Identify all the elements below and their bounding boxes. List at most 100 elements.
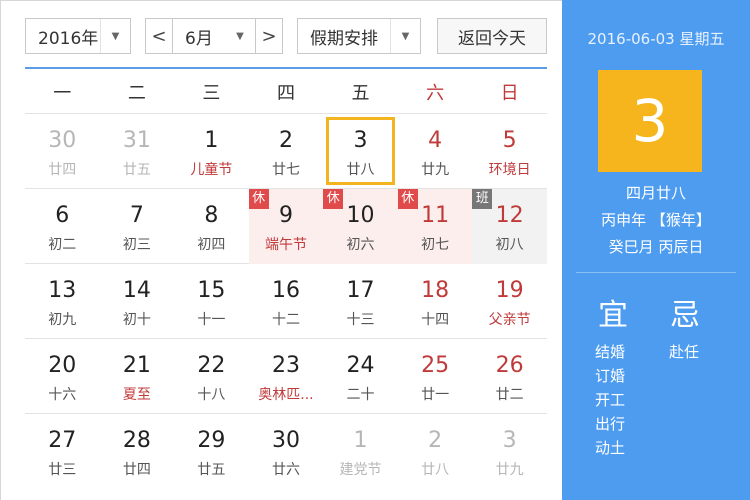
chevron-down-icon: ▼ <box>236 30 244 42</box>
lunar-label: 初七 <box>421 237 450 253</box>
day-cell[interactable]: 17 十三 <box>323 264 398 339</box>
day-cell[interactable]: 2 廿八 <box>398 414 473 489</box>
lunar-label: 廿四 <box>122 462 151 478</box>
day-cell[interactable]: 班 12 初八 <box>472 189 547 264</box>
day-cell[interactable]: 15 十一 <box>174 264 249 339</box>
calendar-panel: 2016年 ▼ < 6月 ▼ > 假期安排 ▼ 返回今天 一 二 三 四 五 六… <box>0 0 562 500</box>
lunar-label: 初二 <box>48 237 77 253</box>
lunar-label: 初十 <box>122 312 151 328</box>
weekday-label: 五 <box>351 83 370 104</box>
year-ganzhi: 丙申年 【猴年】 <box>601 211 711 229</box>
day-cell[interactable]: 5 环境日 <box>472 114 547 189</box>
lunar-label: 建党节 <box>339 462 382 478</box>
weekday-label: 四 <box>276 83 295 104</box>
chevron-down-icon: ▼ <box>390 19 420 53</box>
day-cell[interactable]: 4 廿九 <box>398 114 473 189</box>
lunar-label: 廿八 <box>346 162 375 178</box>
day-cell[interactable]: 2 廿七 <box>249 114 324 189</box>
day-cell[interactable]: 1 建党节 <box>323 414 398 489</box>
day-number: 1 <box>204 128 219 153</box>
ji-title: 忌 <box>670 298 700 333</box>
lunar-label: 廿四 <box>48 162 77 178</box>
day-cell[interactable]: 16 十二 <box>249 264 324 339</box>
day-number: 26 <box>495 353 524 378</box>
day-cell[interactable]: 25 廿一 <box>398 339 473 414</box>
day-cell[interactable]: 24 二十 <box>323 339 398 414</box>
lunar-label: 廿三 <box>48 462 77 478</box>
day-cell[interactable]: 28 廿四 <box>100 414 175 489</box>
day-number: 30 <box>271 428 300 453</box>
yi-item: 开工 <box>595 391 626 409</box>
lunar-label: 父亲节 <box>488 312 531 328</box>
day-number: 1 <box>353 428 368 453</box>
day-number: 14 <box>122 278 151 303</box>
day-cell[interactable]: 3 廿九 <box>472 414 547 489</box>
panel-divider <box>576 272 736 273</box>
day-cell[interactable]: 13 初九 <box>25 264 100 339</box>
day-detail-panel: 2016-06-03 星期五 3 四月廿八 丙申年 【猴年】 癸巳月 丙辰日 宜… <box>562 0 750 500</box>
lunar-label: 十一 <box>197 312 226 328</box>
back-to-today-button[interactable]: 返回今天 <box>437 18 547 54</box>
lunar-label: 初八 <box>495 237 524 253</box>
big-day-number: 3 <box>598 70 702 172</box>
day-cell[interactable]: 31 廿五 <box>100 114 175 189</box>
day-number: 5 <box>502 128 517 153</box>
day-number: 17 <box>346 278 375 303</box>
day-cell[interactable]: 7 初三 <box>100 189 175 264</box>
lunar-label: 初九 <box>48 312 77 328</box>
day-cell[interactable]: 29 廿五 <box>174 414 249 489</box>
lunar-label: 初四 <box>197 237 226 253</box>
prev-month-button[interactable]: < <box>145 18 173 54</box>
month-select[interactable]: 6月 ▼ <box>172 18 256 54</box>
day-number: 9 <box>278 203 293 228</box>
day-number: 7 <box>129 203 144 228</box>
yi-list: 结婚 订婚 开工 出行 动土 <box>595 340 625 460</box>
day-number: 21 <box>122 353 151 378</box>
day-number: 8 <box>204 203 219 228</box>
year-select-value: 2016年 <box>38 28 99 49</box>
day-number: 23 <box>271 353 300 378</box>
day-number: 3 <box>502 428 517 453</box>
lunar-label: 廿二 <box>495 387 524 403</box>
day-number: 27 <box>48 428 77 453</box>
calendar-week-row: 27 廿三 28 廿四 29 廿五 30 廿六 1 建党节 2 廿八 3 廿九 <box>25 413 547 488</box>
day-cell[interactable]: 19 父亲节 <box>472 264 547 339</box>
day-number: 18 <box>421 278 450 303</box>
lunar-label: 二十 <box>346 387 375 403</box>
day-number: 10 <box>346 203 375 228</box>
day-cell[interactable]: 23 奥林匹... <box>249 339 324 414</box>
day-cell[interactable]: 22 十八 <box>174 339 249 414</box>
chevron-right-icon: > <box>261 25 277 47</box>
day-cell-today[interactable]: 3 廿八 <box>323 114 398 189</box>
year-select[interactable]: 2016年 ▼ <box>25 18 131 54</box>
calendar-week-row: 13 初九 14 初十 15 十一 16 十二 17 十三 18 十四 19 父… <box>25 263 547 338</box>
day-cell[interactable]: 18 十四 <box>398 264 473 339</box>
day-number: 13 <box>48 278 77 303</box>
day-cell[interactable]: 6 初二 <box>25 189 100 264</box>
holiday-select-value: 假期安排 <box>310 28 378 49</box>
day-cell[interactable]: 20 十六 <box>25 339 100 414</box>
lunar-label: 初三 <box>122 237 151 253</box>
day-number: 4 <box>428 128 443 153</box>
month-select-value: 6月 <box>185 28 213 49</box>
lunar-label: 儿童节 <box>190 162 233 178</box>
weekday-header: 一 二 三 四 五 六 日 <box>25 75 547 113</box>
day-cell[interactable]: 休 9 端午节 <box>248 189 324 264</box>
day-cell[interactable]: 8 初四 <box>174 189 249 264</box>
day-number: 2 <box>278 128 293 153</box>
day-cell[interactable]: 1 儿童节 <box>174 114 249 189</box>
day-cell[interactable]: 休 10 初六 <box>323 189 398 264</box>
day-cell[interactable]: 14 初十 <box>100 264 175 339</box>
lunar-label: 初六 <box>346 237 375 253</box>
lunar-label: 十三 <box>346 312 375 328</box>
day-cell[interactable]: 休 11 初七 <box>397 189 473 264</box>
day-cell[interactable]: 30 廿四 <box>25 114 100 189</box>
day-cell[interactable]: 27 廿三 <box>25 414 100 489</box>
day-cell[interactable]: 21 夏至 <box>100 339 175 414</box>
holiday-select[interactable]: 假期安排 ▼ <box>297 18 421 54</box>
day-cell[interactable]: 26 廿二 <box>472 339 547 414</box>
day-cell[interactable]: 30 廿六 <box>249 414 324 489</box>
day-number: 19 <box>495 278 524 303</box>
day-number: 16 <box>271 278 300 303</box>
next-month-button[interactable]: > <box>255 18 283 54</box>
